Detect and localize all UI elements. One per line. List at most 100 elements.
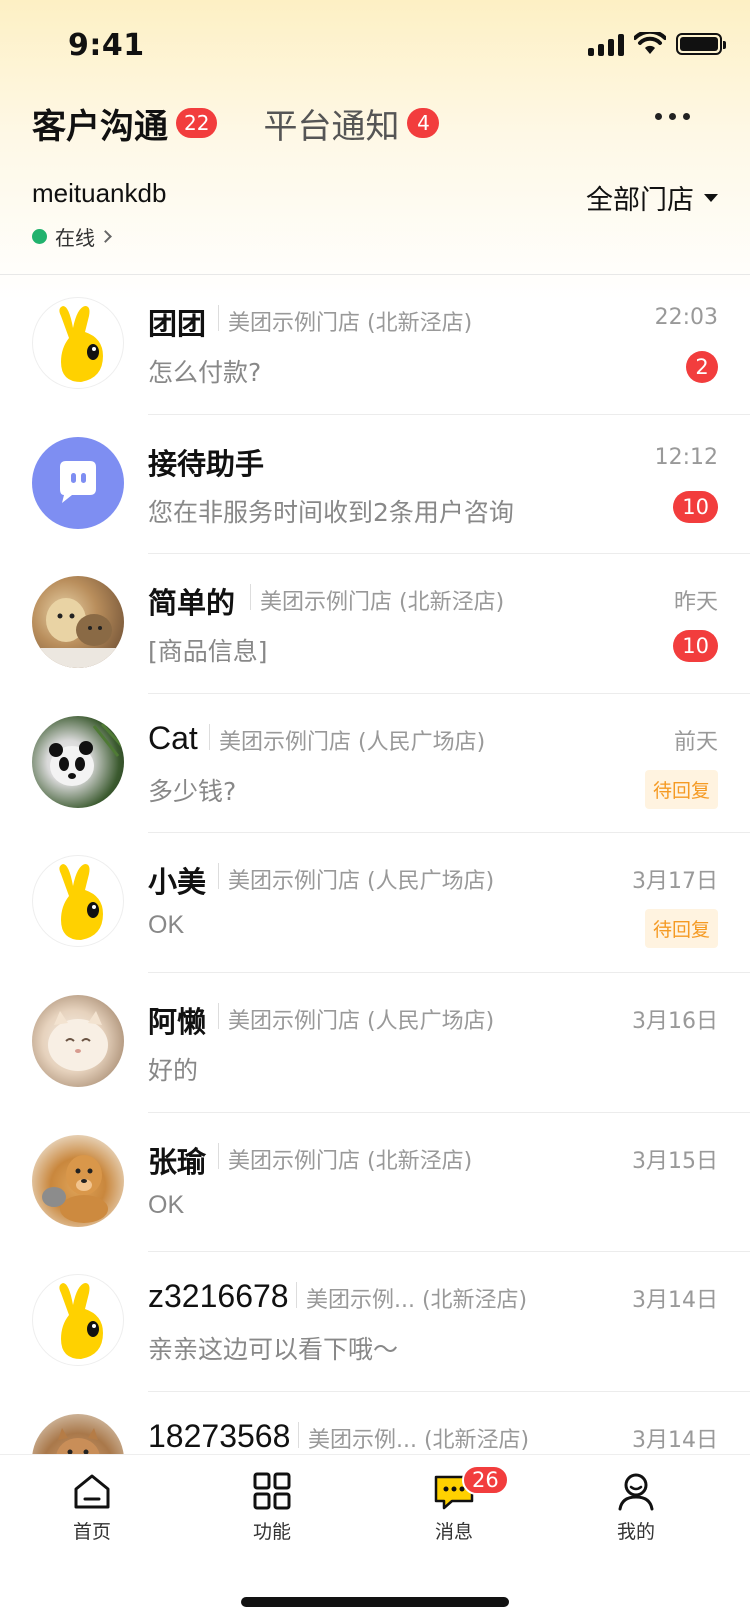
message-time: 3月16日: [632, 1008, 718, 1034]
message-preview: 您在非服务时间收到2条用户咨询: [148, 497, 514, 527]
separator: [250, 584, 251, 611]
unread-badge: 4: [407, 108, 440, 138]
tab-platform-notice[interactable]: 平台通知 4: [263, 99, 440, 148]
home-icon: [74, 1474, 110, 1509]
tab-messages[interactable]: 消息 26: [404, 1465, 509, 1559]
mascot-icon: [59, 306, 103, 382]
conversation-row[interactable]: 简单的 美团示例门店 (北新泾店) 昨天 [商品信息] 10: [0, 554, 750, 694]
online-dot-icon: [32, 229, 47, 244]
store-name: 美团示例门店 (人民广场店): [219, 729, 486, 755]
avatar: [32, 1274, 124, 1367]
contact-name: 18273568: [148, 1417, 291, 1454]
avatar: [32, 855, 124, 948]
mascot-icon: [59, 864, 103, 941]
bot-icon: [60, 460, 96, 503]
chevron-right-icon: [99, 230, 112, 243]
message-time: 昨天: [673, 590, 718, 616]
status-time: 9:41: [68, 28, 145, 63]
tab-home[interactable]: 首页: [42, 1469, 142, 1559]
avatar: [32, 436, 124, 529]
online-status-toggle[interactable]: 在线: [32, 222, 112, 251]
tab-functions[interactable]: 功能: [222, 1469, 322, 1559]
status-bar: 9:41: [0, 0, 750, 92]
tab-label: 首页: [72, 1521, 111, 1543]
battery-icon: [676, 33, 726, 55]
pending-reply-badge: 待回复: [644, 769, 718, 809]
avatar: [32, 1134, 124, 1227]
cat-photo: [48, 1010, 108, 1071]
message-preview: 怎么付款?: [148, 358, 262, 387]
contact-name: 简单的: [148, 586, 236, 621]
conversation-list[interactable]: 团团 美团示例门店 (北新泾店) 22:03 怎么付款? 2 接待助手 12:1…: [0, 275, 750, 1455]
top-tabs: 客户沟通 22 平台通知 4: [32, 98, 485, 148]
home-indicator: [241, 1597, 509, 1607]
store-name: 美团示例... (北新泾店): [308, 1427, 530, 1453]
pending-reply-badge: 待回复: [644, 909, 718, 949]
dog-photo: [42, 1154, 108, 1223]
message-preview: 亲亲这边可以看下哦～: [148, 1335, 399, 1365]
message-preview: 多少钱?: [148, 776, 237, 806]
avatar: [32, 576, 124, 669]
unread-count-badge: 10: [673, 630, 718, 663]
wifi-icon: [634, 32, 666, 54]
tab-profile[interactable]: 我的: [586, 1469, 686, 1559]
contact-name: 阿懒: [148, 1004, 207, 1039]
conversation-row[interactable]: 小美 美团示例门店 (人民广场店) 3月17日 OK 待回复: [0, 833, 750, 973]
grid-icon: [253, 1472, 291, 1510]
contact-name: 张瑜: [148, 1144, 207, 1179]
contact-name: 团团: [148, 307, 207, 341]
tab-label: 客户沟通: [32, 106, 168, 147]
message-time: 3月17日: [632, 869, 718, 895]
profile-icon: [618, 1473, 654, 1511]
signal-icon: [588, 32, 624, 56]
conversation-row[interactable]: 阿懒 美团示例门店 (人民广场店) 3月16日 好的: [0, 973, 750, 1113]
separator: [209, 723, 210, 750]
separator: [298, 1421, 299, 1448]
avatar: [32, 297, 124, 389]
status-icons: [588, 32, 726, 56]
mascot-icon: [59, 1283, 103, 1360]
unread-count-badge: 2: [686, 351, 718, 383]
contact-name: 接待助手: [148, 446, 265, 481]
caret-down-icon: [704, 193, 718, 202]
separator: [218, 863, 219, 890]
message-time: 3月14日: [632, 1427, 718, 1453]
store-name: 美团示例门店 (人民广场店): [228, 1008, 495, 1034]
separator: [218, 1142, 219, 1169]
contact-name: Cat: [148, 719, 198, 756]
store-name: 美团示例门店 (人民广场店): [228, 869, 495, 895]
store-name: 美团示例门店 (北新泾店): [228, 1148, 473, 1174]
conversation-row[interactable]: 18273568 美团示例... (北新泾店) 3月14日: [0, 1392, 750, 1455]
conversation-row[interactable]: Cat 美团示例门店 (人民广场店) 前天 多少钱? 待回复: [0, 694, 750, 834]
contact-name: z3216678: [148, 1278, 289, 1315]
tab-label: 消息: [434, 1521, 473, 1543]
conversation-row[interactable]: 团团 美团示例门店 (北新泾店) 22:03 怎么付款? 2: [0, 275, 750, 415]
more-icon[interactable]: [655, 113, 690, 120]
message-time: 3月14日: [632, 1288, 718, 1314]
tab-label: 我的: [616, 1521, 655, 1543]
message-preview: OK: [148, 1190, 185, 1219]
avatar: [32, 1413, 124, 1455]
message-preview: [商品信息]: [148, 637, 268, 667]
separator: [218, 1002, 219, 1029]
online-status-label: 在线: [55, 226, 95, 250]
unread-count-badge: 10: [673, 490, 718, 523]
message-preview: OK: [148, 911, 185, 940]
squirrel-photo: [56, 1427, 100, 1455]
conversation-row[interactable]: 张瑜 美团示例门店 (北新泾店) 3月15日 OK: [0, 1113, 750, 1253]
message-preview: 好的: [148, 1055, 199, 1085]
contact-name: 小美: [148, 865, 207, 900]
store-filter-dropdown[interactable]: 全部门店: [586, 178, 718, 217]
separator: [218, 305, 219, 331]
store-name: 美团示例门店 (北新泾店): [228, 311, 473, 336]
store-name: 美团示例... (北新泾店): [306, 1288, 528, 1314]
tab-customer-chat[interactable]: 客户沟通 22: [32, 99, 218, 148]
conversation-row[interactable]: 接待助手 12:12 您在非服务时间收到2条用户咨询 10: [0, 415, 750, 555]
message-time: 12:12: [654, 444, 718, 470]
conversation-row[interactable]: z3216678 美团示例... (北新泾店) 3月14日 亲亲这边可以看下哦～: [0, 1252, 750, 1392]
unread-badge: 26: [462, 1465, 509, 1495]
message-time: 22:03: [654, 305, 718, 330]
separator: [296, 1282, 297, 1309]
avatar: [32, 715, 124, 808]
store-filter-label: 全部门店: [586, 185, 694, 216]
